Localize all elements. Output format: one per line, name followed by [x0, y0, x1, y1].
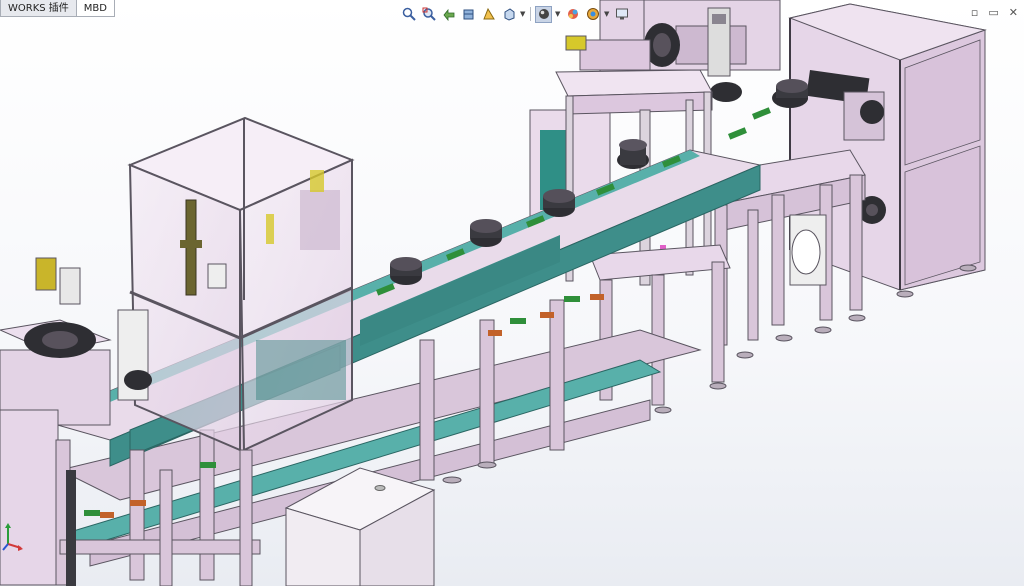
close-window-icon[interactable]: ✕	[1009, 6, 1018, 19]
chevron-down-icon[interactable]: ▼	[520, 10, 526, 18]
zoom-to-fit-icon[interactable]	[400, 6, 417, 23]
heads-up-view-toolbar: ▼ ▼ ▼	[400, 4, 630, 24]
apply-scene-icon[interactable]	[584, 6, 601, 23]
cad-graphics-area[interactable]	[0, 0, 1024, 586]
minimize-window-icon[interactable]: ▭	[988, 6, 998, 19]
zoom-to-area-icon[interactable]	[420, 6, 437, 23]
restore-window-icon[interactable]: ▫	[971, 6, 978, 19]
display-style-icon[interactable]	[535, 5, 552, 23]
chevron-down-icon[interactable]: ▼	[555, 10, 561, 18]
window-controls: ▫ ▭ ✕	[971, 6, 1018, 19]
toolbar-separator	[530, 7, 531, 21]
previous-view-icon[interactable]	[440, 6, 457, 23]
reference-triad-icon[interactable]	[2, 522, 24, 552]
tab-works-plugin[interactable]: WORKS 插件	[0, 0, 76, 17]
edit-appearance-icon[interactable]	[564, 6, 581, 23]
view-orientation-icon[interactable]	[500, 6, 517, 23]
glass-enclosure	[127, 116, 355, 452]
section-view-icon[interactable]	[460, 6, 477, 23]
tab-mbd[interactable]: MBD	[75, 0, 115, 17]
chevron-down-icon[interactable]: ▼	[604, 10, 610, 18]
screen-monitor-icon[interactable]	[613, 6, 630, 23]
dynamic-annotation-icon[interactable]	[480, 6, 497, 23]
electrical-box	[284, 467, 436, 586]
command-manager-tabs: WORKS 插件 MBD	[0, 0, 115, 20]
